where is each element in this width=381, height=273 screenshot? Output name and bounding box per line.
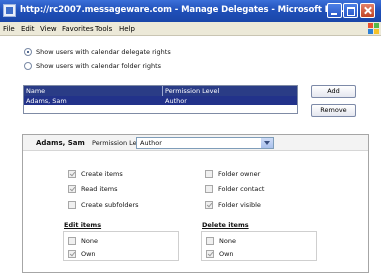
delete-items-title: Delete items — [202, 221, 249, 229]
column-divider — [162, 86, 163, 96]
maximize-button[interactable] — [343, 3, 358, 18]
permission-level-select[interactable]: Author — [136, 137, 274, 149]
folder-rights-label: Show users with calendar folder rights — [36, 62, 162, 70]
folder-contact-label: Folder contact — [218, 185, 265, 193]
create-items-label: Create items — [81, 170, 123, 178]
delegate-rights-radio[interactable] — [24, 48, 32, 56]
read-items-label: Read items — [81, 185, 118, 193]
column-header-permission[interactable]: Permission Level — [165, 87, 219, 95]
edit-none-label: None — [81, 237, 98, 245]
row-name: Adams, Sam — [26, 97, 67, 105]
menu-edit[interactable]: Edit — [21, 25, 35, 33]
folder-owner-checkbox[interactable] — [205, 170, 213, 178]
delete-own-label: Own — [219, 250, 234, 258]
permissions-header: Adams, Sam Permission Level Author — [23, 135, 368, 151]
delegate-rights-label: Show users with calendar delegate rights — [36, 48, 171, 56]
menu-help[interactable]: Help — [119, 25, 135, 33]
menu-view[interactable]: View — [40, 25, 57, 33]
window-title: http://rc2007.messageware.com - Manage D… — [20, 5, 348, 15]
delete-items-group: None Own — [201, 231, 317, 261]
add-button[interactable]: Add — [311, 85, 356, 98]
row-permission: Author — [165, 97, 187, 105]
folder-owner-label: Folder owner — [218, 170, 261, 178]
remove-button[interactable]: Remove — [311, 104, 356, 117]
delegates-content: Show users with calendar delegate rights… — [0, 37, 373, 273]
read-items-checkbox[interactable] — [68, 185, 76, 193]
table-header: Name Permission Level — [24, 86, 297, 96]
menu-favorites[interactable]: Favorites — [62, 25, 94, 33]
edit-own-checkbox[interactable] — [68, 250, 76, 258]
permissions-panel: Adams, Sam Permission Level Author Creat… — [22, 134, 369, 273]
menu-tools[interactable]: Tools — [95, 25, 112, 33]
permission-level-value: Author — [140, 139, 162, 147]
folder-rights-radio[interactable] — [24, 62, 32, 70]
create-subfolders-label: Create subfolders — [81, 201, 139, 209]
minimize-button[interactable] — [327, 3, 342, 18]
create-items-checkbox[interactable] — [68, 170, 76, 178]
create-subfolders-checkbox[interactable] — [68, 201, 76, 209]
delegates-table: Name Permission Level Adams, Sam Author — [23, 85, 298, 114]
delete-none-checkbox[interactable] — [206, 237, 214, 245]
table-row[interactable]: Adams, Sam Author — [24, 96, 297, 105]
chevron-down-icon[interactable] — [261, 138, 273, 148]
folder-contact-checkbox[interactable] — [205, 185, 213, 193]
menu-bar: File Edit View Favorites Tools Help — [0, 22, 381, 36]
column-header-name[interactable]: Name — [26, 87, 45, 95]
browser-page-icon — [3, 4, 16, 17]
edit-none-checkbox[interactable] — [68, 237, 76, 245]
edit-items-group: None Own — [63, 231, 179, 261]
delete-own-checkbox[interactable] — [206, 250, 214, 258]
window-title-bar[interactable]: http://rc2007.messageware.com - Manage D… — [0, 0, 381, 22]
folder-visible-label: Folder visible — [218, 201, 261, 209]
windows-logo-icon — [368, 23, 380, 35]
delete-none-label: None — [219, 237, 236, 245]
edit-items-title: Edit items — [64, 221, 102, 229]
delegate-name: Adams, Sam — [36, 139, 85, 147]
folder-visible-checkbox[interactable] — [205, 201, 213, 209]
menu-file[interactable]: File — [3, 25, 15, 33]
close-window-button[interactable] — [360, 3, 375, 18]
edit-own-label: Own — [81, 250, 96, 258]
